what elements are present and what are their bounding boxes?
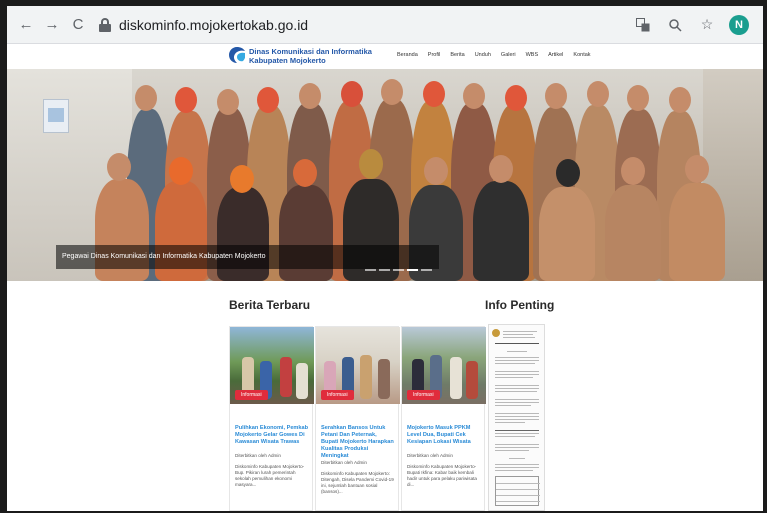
nav-berita[interactable]: Berita	[450, 52, 464, 58]
news-card[interactable]: Informasi Mojokerto Masuk PPKM Level Dua…	[401, 326, 486, 511]
news-card-excerpt: Diskominfo Kabupaten Mojokerto: Ditengah…	[321, 471, 394, 494]
site-logo-icon[interactable]	[229, 46, 245, 64]
news-card-image[interactable]: Informasi	[316, 327, 400, 404]
site-nav: Beranda Profil Berita Unduh Galeri WBS A…	[397, 52, 591, 58]
document-table	[495, 476, 540, 506]
zoom-icon[interactable]	[665, 15, 685, 35]
nav-beranda[interactable]: Beranda	[397, 52, 418, 58]
slider-dot[interactable]	[365, 269, 376, 271]
berita-section-title: Berita Terbaru	[229, 298, 311, 312]
news-card-list: Informasi Pulihkan Ekonomi, Pemkab Mojok…	[229, 326, 486, 511]
browser-toolbar: ← → C diskominfo.mojokertokab.go.id ☆ N	[7, 6, 763, 44]
news-card-title[interactable]: Mojokerto Masuk PPKM Level Dua, Bupati C…	[407, 425, 481, 446]
hero-slider[interactable]: Pegawai Dinas Komunikasi dan Informatika…	[7, 69, 763, 281]
news-card[interactable]: Informasi Serahkan Bansos Untuk Petani D…	[315, 326, 400, 511]
news-card[interactable]: Informasi Pulihkan Ekonomi, Pemkab Mojok…	[229, 326, 314, 511]
site-header: Dinas Komunikasi dan Informatika Kabupat…	[7, 44, 763, 70]
profile-avatar[interactable]: N	[729, 14, 749, 35]
nav-artikel[interactable]: Artikel	[548, 52, 563, 58]
news-card-author: Diterbitkan oleh Admin	[235, 453, 281, 458]
slider-dot[interactable]	[421, 269, 432, 271]
slider-dot[interactable]	[393, 269, 404, 271]
news-card-author: Diterbitkan oleh Admin	[407, 453, 453, 458]
bookmark-star-icon[interactable]: ☆	[697, 15, 717, 35]
nav-galeri[interactable]: Galeri	[501, 52, 516, 58]
wall-poster	[43, 99, 69, 133]
nav-profil[interactable]: Profil	[428, 52, 441, 58]
news-card-excerpt: Diskominfo Kabupaten Mojokerto-Bupati Ik…	[407, 464, 477, 487]
government-seal-icon	[492, 329, 500, 337]
brand-line-2: Kabupaten Mojokerto	[249, 56, 326, 65]
translate-icon[interactable]	[633, 15, 653, 35]
nav-kontak[interactable]: Kontak	[573, 52, 590, 58]
nav-wbs[interactable]: WBS	[526, 52, 539, 58]
site-brand[interactable]: Dinas Komunikasi dan Informatika Kabupat…	[249, 47, 372, 65]
info-section-title: Info Penting	[485, 298, 555, 312]
url-text[interactable]: diskominfo.mojokertokab.go.id	[119, 17, 308, 33]
lock-icon	[99, 17, 111, 32]
category-badge[interactable]: Informasi	[321, 390, 354, 400]
brand-line-1: Dinas Komunikasi dan Informatika	[249, 47, 372, 56]
forward-icon[interactable]: →	[41, 14, 63, 36]
category-badge[interactable]: Informasi	[407, 390, 440, 400]
info-document-thumbnail[interactable]	[488, 324, 545, 511]
news-card-title[interactable]: Pulihkan Ekonomi, Pemkab Mojokerto Gelar…	[235, 425, 309, 446]
news-card-title[interactable]: Serahkan Bansos Untuk Petani Dan Peterna…	[321, 425, 395, 460]
browser-window: ← → C diskominfo.mojokertokab.go.id ☆ N …	[7, 6, 763, 511]
hero-caption: Pegawai Dinas Komunikasi dan Informatika…	[56, 245, 439, 269]
slider-dots	[365, 269, 432, 271]
slider-dot-active[interactable]	[407, 269, 418, 271]
news-card-author: Diterbitkan oleh Admin	[321, 460, 367, 465]
address-bar[interactable]: diskominfo.mojokertokab.go.id	[99, 12, 633, 38]
reload-icon[interactable]: C	[67, 14, 89, 36]
slider-dot[interactable]	[379, 269, 390, 271]
news-card-excerpt: Diskominfo Kabupaten Mojokerto-Bup. Piki…	[235, 464, 305, 487]
category-badge[interactable]: Informasi	[235, 390, 268, 400]
news-card-image[interactable]: Informasi	[230, 327, 314, 404]
back-icon[interactable]: ←	[15, 14, 37, 36]
news-card-image[interactable]: Informasi	[402, 327, 486, 404]
nav-unduh[interactable]: Unduh	[475, 52, 491, 58]
